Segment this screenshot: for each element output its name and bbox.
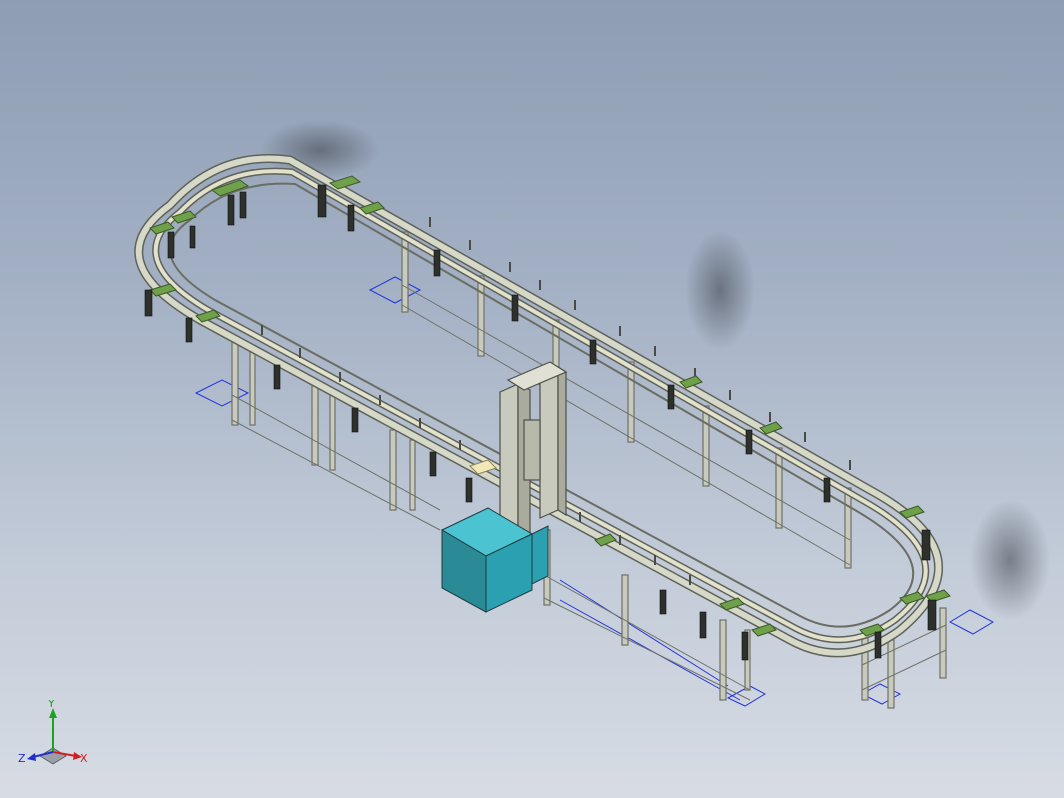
z-label: Z	[18, 752, 26, 765]
conveyor-model[interactable]	[0, 0, 1064, 798]
shadow	[685, 230, 755, 350]
drive-unit	[440, 507, 549, 613]
z-arrow-icon	[27, 753, 36, 761]
x-label: X	[80, 752, 88, 765]
gantry-columns	[499, 361, 568, 537]
y-label: Y	[47, 700, 55, 710]
orientation-triad[interactable]: Y X Z	[18, 700, 88, 770]
shadow	[970, 500, 1050, 620]
cad-viewport[interactable]: Y X Z	[0, 0, 1064, 798]
